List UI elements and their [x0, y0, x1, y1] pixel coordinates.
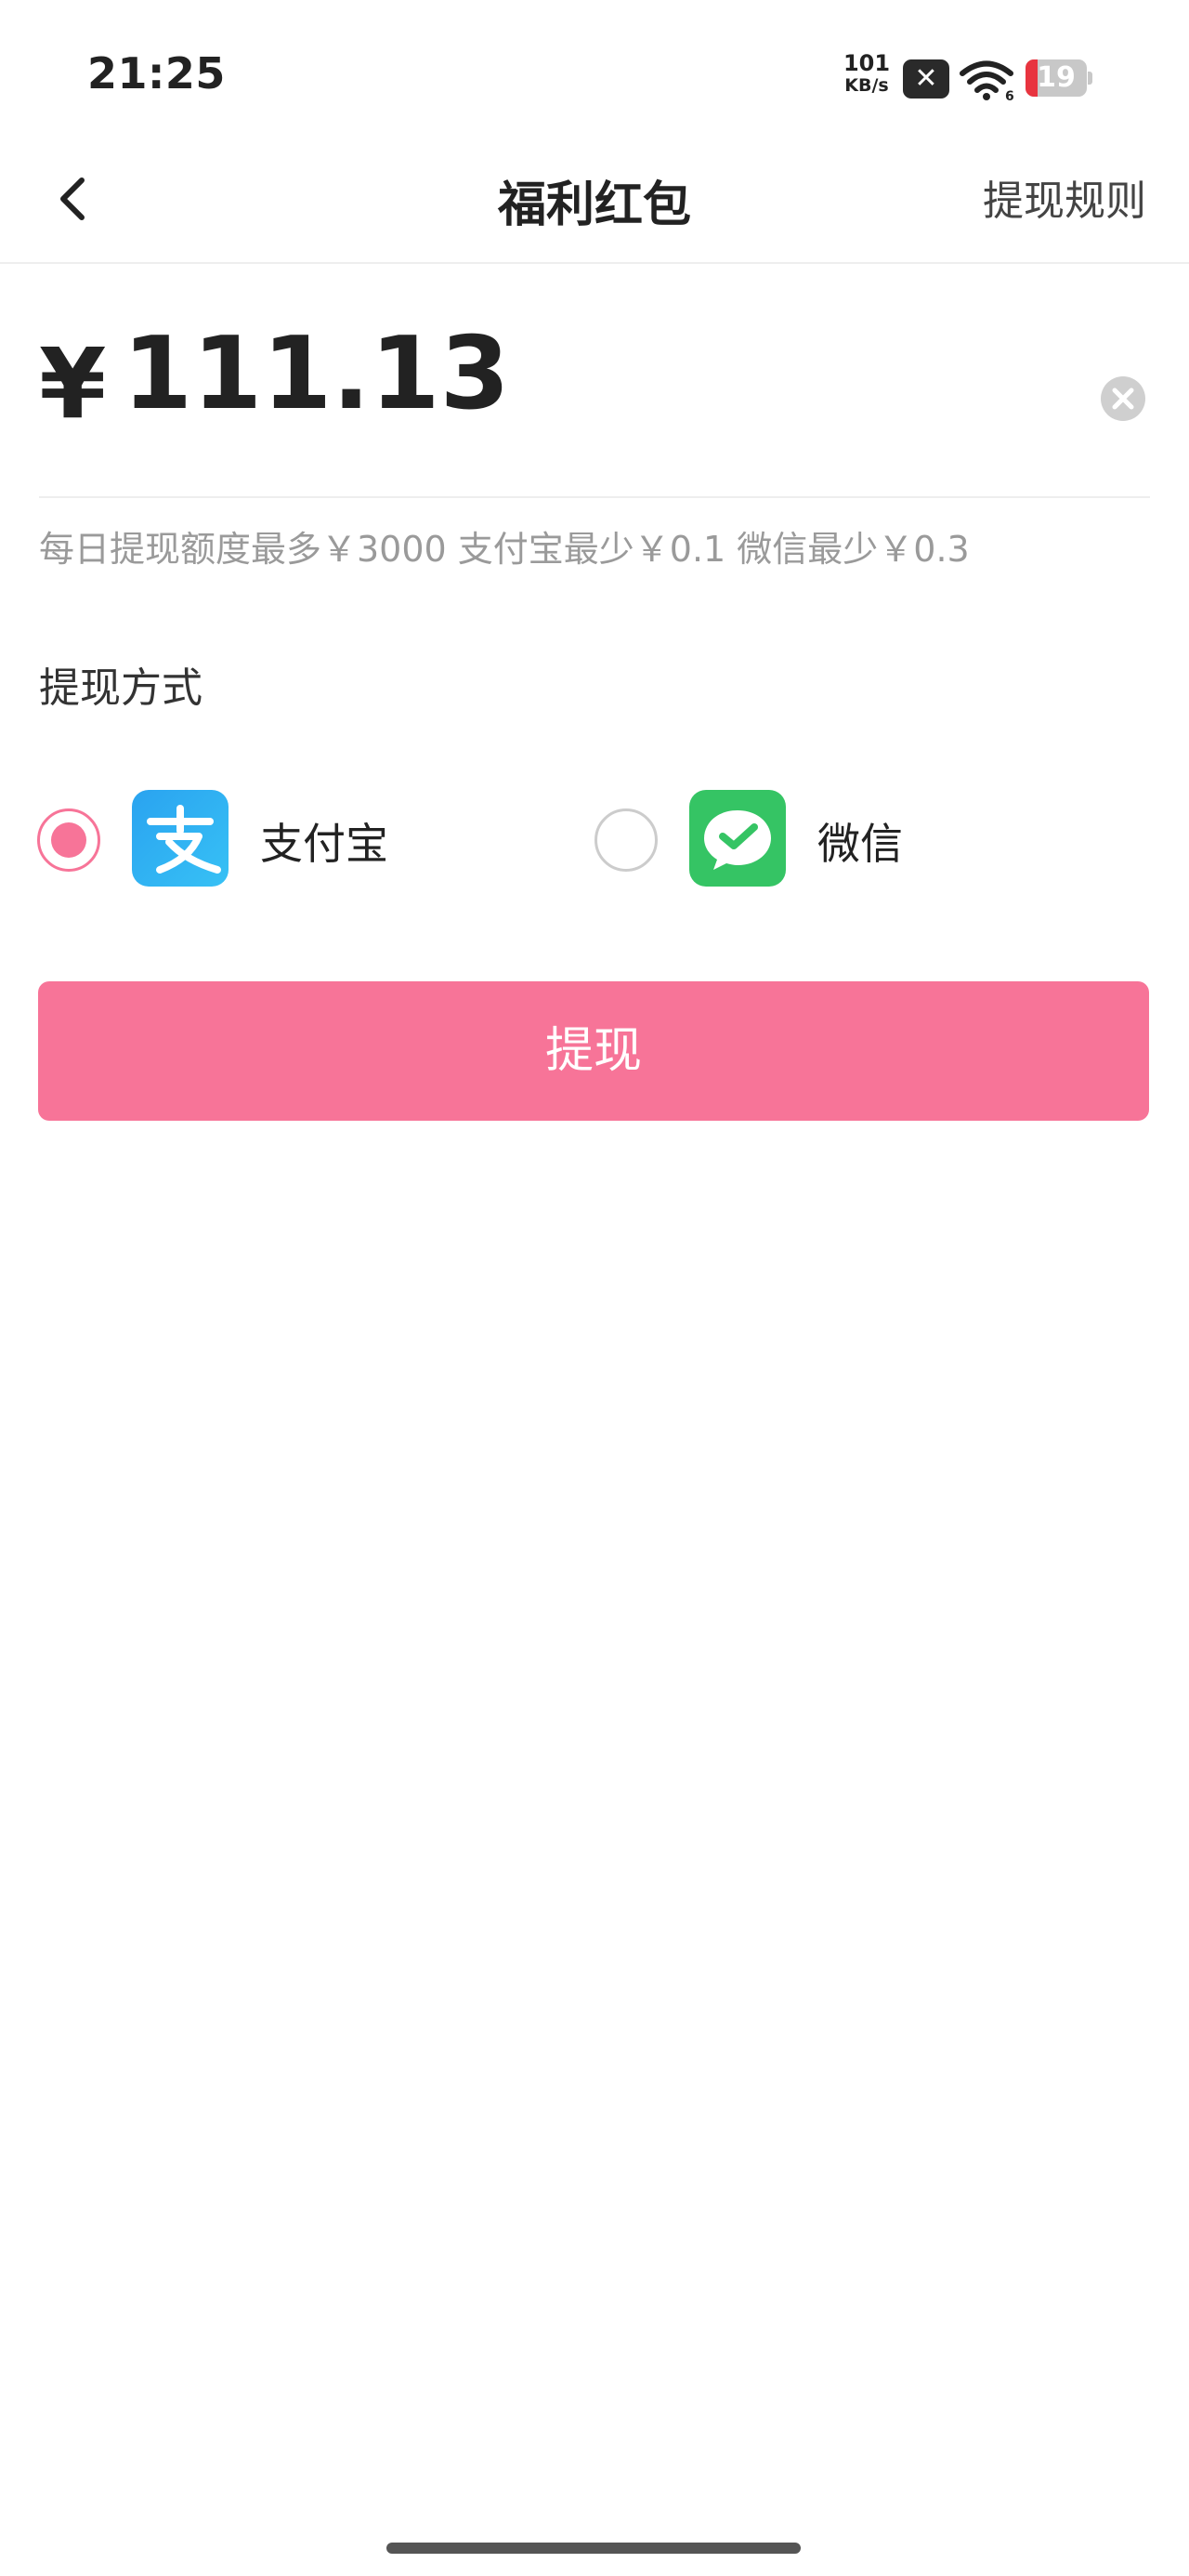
amount-divider — [39, 496, 1150, 498]
payment-option-alipay[interactable]: 支付宝 — [37, 790, 557, 888]
battery-icon: 19 — [1026, 59, 1092, 97]
nav-bar: 福利红包 提现规则 — [0, 139, 1189, 264]
withdraw-button[interactable]: 提现 — [38, 981, 1149, 1121]
amount-row: ¥ — [39, 307, 1150, 493]
withdraw-method-label: 提现方式 — [39, 664, 203, 712]
status-bar: 21:25 101 KB/s ✕ 6 19 — [0, 0, 1189, 139]
clear-amount-button[interactable] — [1100, 375, 1146, 422]
sim-off-icon: ✕ — [903, 59, 949, 99]
network-speed-unit: KB/s — [844, 75, 889, 96]
alipay-radio[interactable] — [37, 808, 100, 872]
wechat-radio[interactable] — [594, 808, 658, 872]
chevron-left-icon — [60, 177, 85, 220]
payment-option-wechat[interactable]: 微信 — [594, 790, 1115, 888]
wechat-icon — [689, 790, 786, 887]
status-time: 21:25 — [87, 48, 226, 99]
alipay-label: 支付宝 — [260, 819, 388, 869]
withdraw-limit-hint: 每日提现额度最多￥3000 支付宝最少￥0.1 微信最少￥0.3 — [39, 529, 970, 570]
currency-symbol: ¥ — [39, 327, 107, 440]
home-indicator[interactable] — [386, 2543, 801, 2554]
clear-circle-icon — [1101, 376, 1145, 421]
amount-input[interactable] — [123, 316, 959, 432]
battery-level: 19 — [1037, 61, 1076, 94]
withdraw-rules-link[interactable]: 提现规则 — [983, 167, 1146, 227]
back-button[interactable] — [41, 167, 104, 230]
network-speed-value: 101 — [843, 50, 891, 76]
wechat-label: 微信 — [817, 819, 903, 869]
wifi-icon: 6 — [960, 60, 1014, 100]
svg-text:6: 6 — [1005, 89, 1014, 100]
alipay-icon — [132, 790, 229, 887]
network-speed: 101 KB/s — [834, 52, 899, 95]
